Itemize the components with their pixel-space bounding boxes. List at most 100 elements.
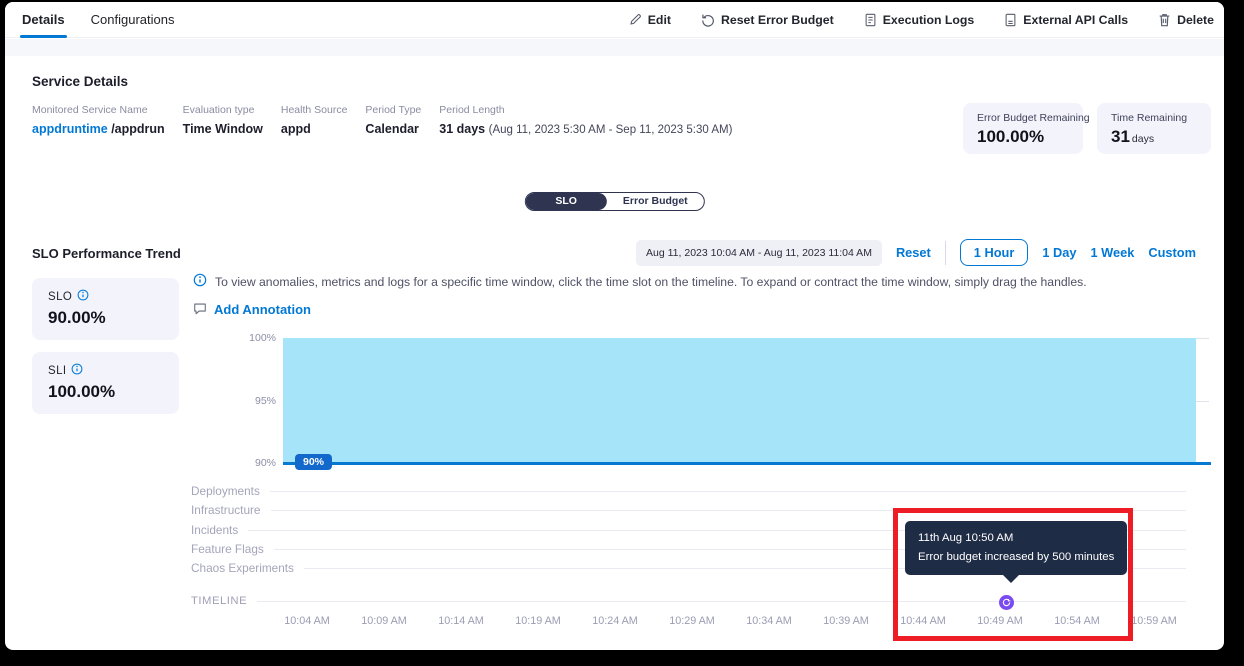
slo-target-badge: 90% — [295, 454, 332, 470]
period-length-detail: (Aug 11, 2023 5:30 AM - Sep 11, 2023 5:3… — [489, 124, 733, 136]
timeline-label: TIMELINE — [191, 595, 247, 607]
field-period-length: Period Length 31 days (Aug 11, 2023 5:30… — [439, 104, 732, 136]
lane-line — [257, 601, 1186, 602]
date-range-chip: Aug 11, 2023 10:04 AM - Aug 11, 2023 11:… — [636, 240, 882, 266]
add-annotation-button[interactable]: Add Annotation — [193, 301, 311, 318]
sli-info-icon[interactable] — [71, 363, 83, 378]
info-icon — [193, 273, 207, 290]
reset-button[interactable]: Reset — [896, 245, 931, 260]
x-tick: 10:39 AM — [816, 615, 876, 627]
slo-info-icon[interactable] — [77, 289, 89, 304]
execution-logs-button[interactable]: Execution Logs — [864, 13, 975, 27]
edit-button-label: Edit — [648, 13, 671, 27]
x-tick: 10:24 AM — [585, 615, 645, 627]
slo-performance-trend-title: SLO Performance Trend — [32, 246, 181, 261]
time-remaining-unit: days — [1132, 133, 1154, 145]
lane-chaos-experiments-label: Chaos Experiments — [191, 561, 294, 575]
execution-logs-label: Execution Logs — [883, 13, 975, 27]
document-icon — [864, 13, 877, 27]
x-tick: 10:59 AM — [1124, 615, 1184, 627]
range-1-week[interactable]: 1 Week — [1090, 245, 1134, 260]
delete-button-label: Delete — [1177, 13, 1214, 27]
slo-error-budget-toggle: SLO Error Budget — [524, 192, 704, 211]
tab-bar: Details Configurations Edit Reset Error … — [5, 2, 1224, 38]
range-1-day[interactable]: 1 Day — [1042, 245, 1076, 260]
period-length-label: Period Length — [439, 104, 732, 116]
x-tick: 10:04 AM — [277, 615, 337, 627]
x-tick: 10:14 AM — [431, 615, 491, 627]
annotation-tooltip-time: 11th Aug 10:50 AM — [918, 529, 1114, 548]
x-tick: 10:44 AM — [893, 615, 953, 627]
x-tick: 10:19 AM — [508, 615, 568, 627]
period-length-value: 31 days — [439, 122, 485, 136]
x-tick: 10:49 AM — [970, 615, 1030, 627]
field-evaluation-type: Evaluation type Time Window — [183, 104, 263, 136]
edit-button[interactable]: Edit — [629, 13, 671, 27]
lane-deployments-label: Deployments — [191, 484, 260, 498]
lane-line — [271, 510, 1187, 511]
annotation-tooltip-text: Error budget increased by 500 minutes — [918, 548, 1114, 567]
period-type-value: Calendar — [365, 122, 421, 136]
toggle-slo[interactable]: SLO — [525, 193, 607, 210]
lane-deployments[interactable]: Deployments — [191, 484, 1186, 498]
tab-details[interactable]: Details — [22, 2, 65, 38]
sli-label: SLI — [48, 365, 66, 377]
slo-target-line — [283, 462, 1211, 465]
monitored-service-path: /appdrun — [111, 122, 164, 136]
time-remaining-value: 31 — [1111, 127, 1130, 146]
y-tick-100: 100% — [231, 332, 276, 344]
monitored-service-link[interactable]: appdruntime — [32, 122, 108, 136]
lane-feature-flags-label: Feature Flags — [191, 542, 264, 556]
annotation-tooltip: 11th Aug 10:50 AM Error budget increased… — [905, 521, 1127, 575]
add-annotation-label: Add Annotation — [214, 302, 311, 317]
lane-line — [270, 491, 1186, 492]
service-details-fields: Monitored Service Name appdruntime /appd… — [32, 104, 732, 136]
x-tick: 10:54 AM — [1047, 615, 1107, 627]
delete-button[interactable]: Delete — [1158, 13, 1214, 27]
toggle-error-budget[interactable]: Error Budget — [607, 193, 704, 210]
toolbar: Edit Reset Error Budget Execution Logs E… — [629, 13, 1214, 27]
time-remaining-label: Time Remaining — [1111, 112, 1197, 124]
range-1-hour[interactable]: 1 Hour — [960, 239, 1029, 266]
tab-configurations[interactable]: Configurations — [91, 2, 175, 38]
health-source-value: appd — [281, 122, 348, 136]
lane-timeline[interactable]: TIMELINE — [191, 594, 1186, 608]
error-budget-remaining-value: 100.00% — [977, 127, 1069, 147]
sli-area-series[interactable] — [283, 338, 1196, 463]
y-tick-95: 95% — [231, 395, 276, 407]
field-period-type: Period Type Calendar — [365, 104, 421, 136]
y-tick-90: 90% — [231, 457, 276, 469]
evaluation-type-value: Time Window — [183, 122, 263, 136]
trash-icon — [1158, 13, 1171, 27]
monitored-service-label: Monitored Service Name — [32, 104, 165, 116]
chat-bubble-icon — [193, 301, 207, 318]
reset-error-budget-button[interactable]: Reset Error Budget — [701, 13, 834, 27]
time-range-controls: Aug 11, 2023 10:04 AM - Aug 11, 2023 11:… — [636, 239, 1196, 266]
x-tick: 10:29 AM — [662, 615, 722, 627]
timeline-info-text: To view anomalies, metrics and logs for … — [215, 275, 1087, 289]
header-divider-band — [5, 39, 1224, 56]
edit-icon — [629, 13, 642, 26]
divider — [945, 241, 946, 265]
range-custom[interactable]: Custom — [1148, 245, 1196, 260]
slo-label: SLO — [48, 291, 72, 303]
error-budget-remaining-card: Error Budget Remaining 100.00% — [963, 103, 1083, 154]
reset-icon — [701, 13, 715, 27]
time-remaining-card: Time Remaining 31days — [1097, 103, 1211, 154]
health-source-label: Health Source — [281, 104, 348, 116]
field-health-source: Health Source appd — [281, 104, 348, 136]
x-tick: 10:09 AM — [354, 615, 414, 627]
lane-incidents-label: Incidents — [191, 523, 238, 537]
evaluation-type-label: Evaluation type — [183, 104, 263, 116]
x-tick: 10:34 AM — [739, 615, 799, 627]
annotation-marker-icon[interactable] — [999, 595, 1014, 610]
document-lines-icon — [1004, 13, 1017, 27]
reset-error-budget-label: Reset Error Budget — [721, 13, 834, 27]
external-api-calls-label: External API Calls — [1023, 13, 1128, 27]
lane-infrastructure-label: Infrastructure — [191, 503, 261, 517]
lane-infrastructure[interactable]: Infrastructure — [191, 503, 1186, 517]
service-details-title: Service Details — [32, 74, 128, 89]
error-budget-remaining-label: Error Budget Remaining — [977, 112, 1069, 124]
sli-stat-card: SLI 100.00% — [32, 352, 179, 414]
external-api-calls-button[interactable]: External API Calls — [1004, 13, 1128, 27]
